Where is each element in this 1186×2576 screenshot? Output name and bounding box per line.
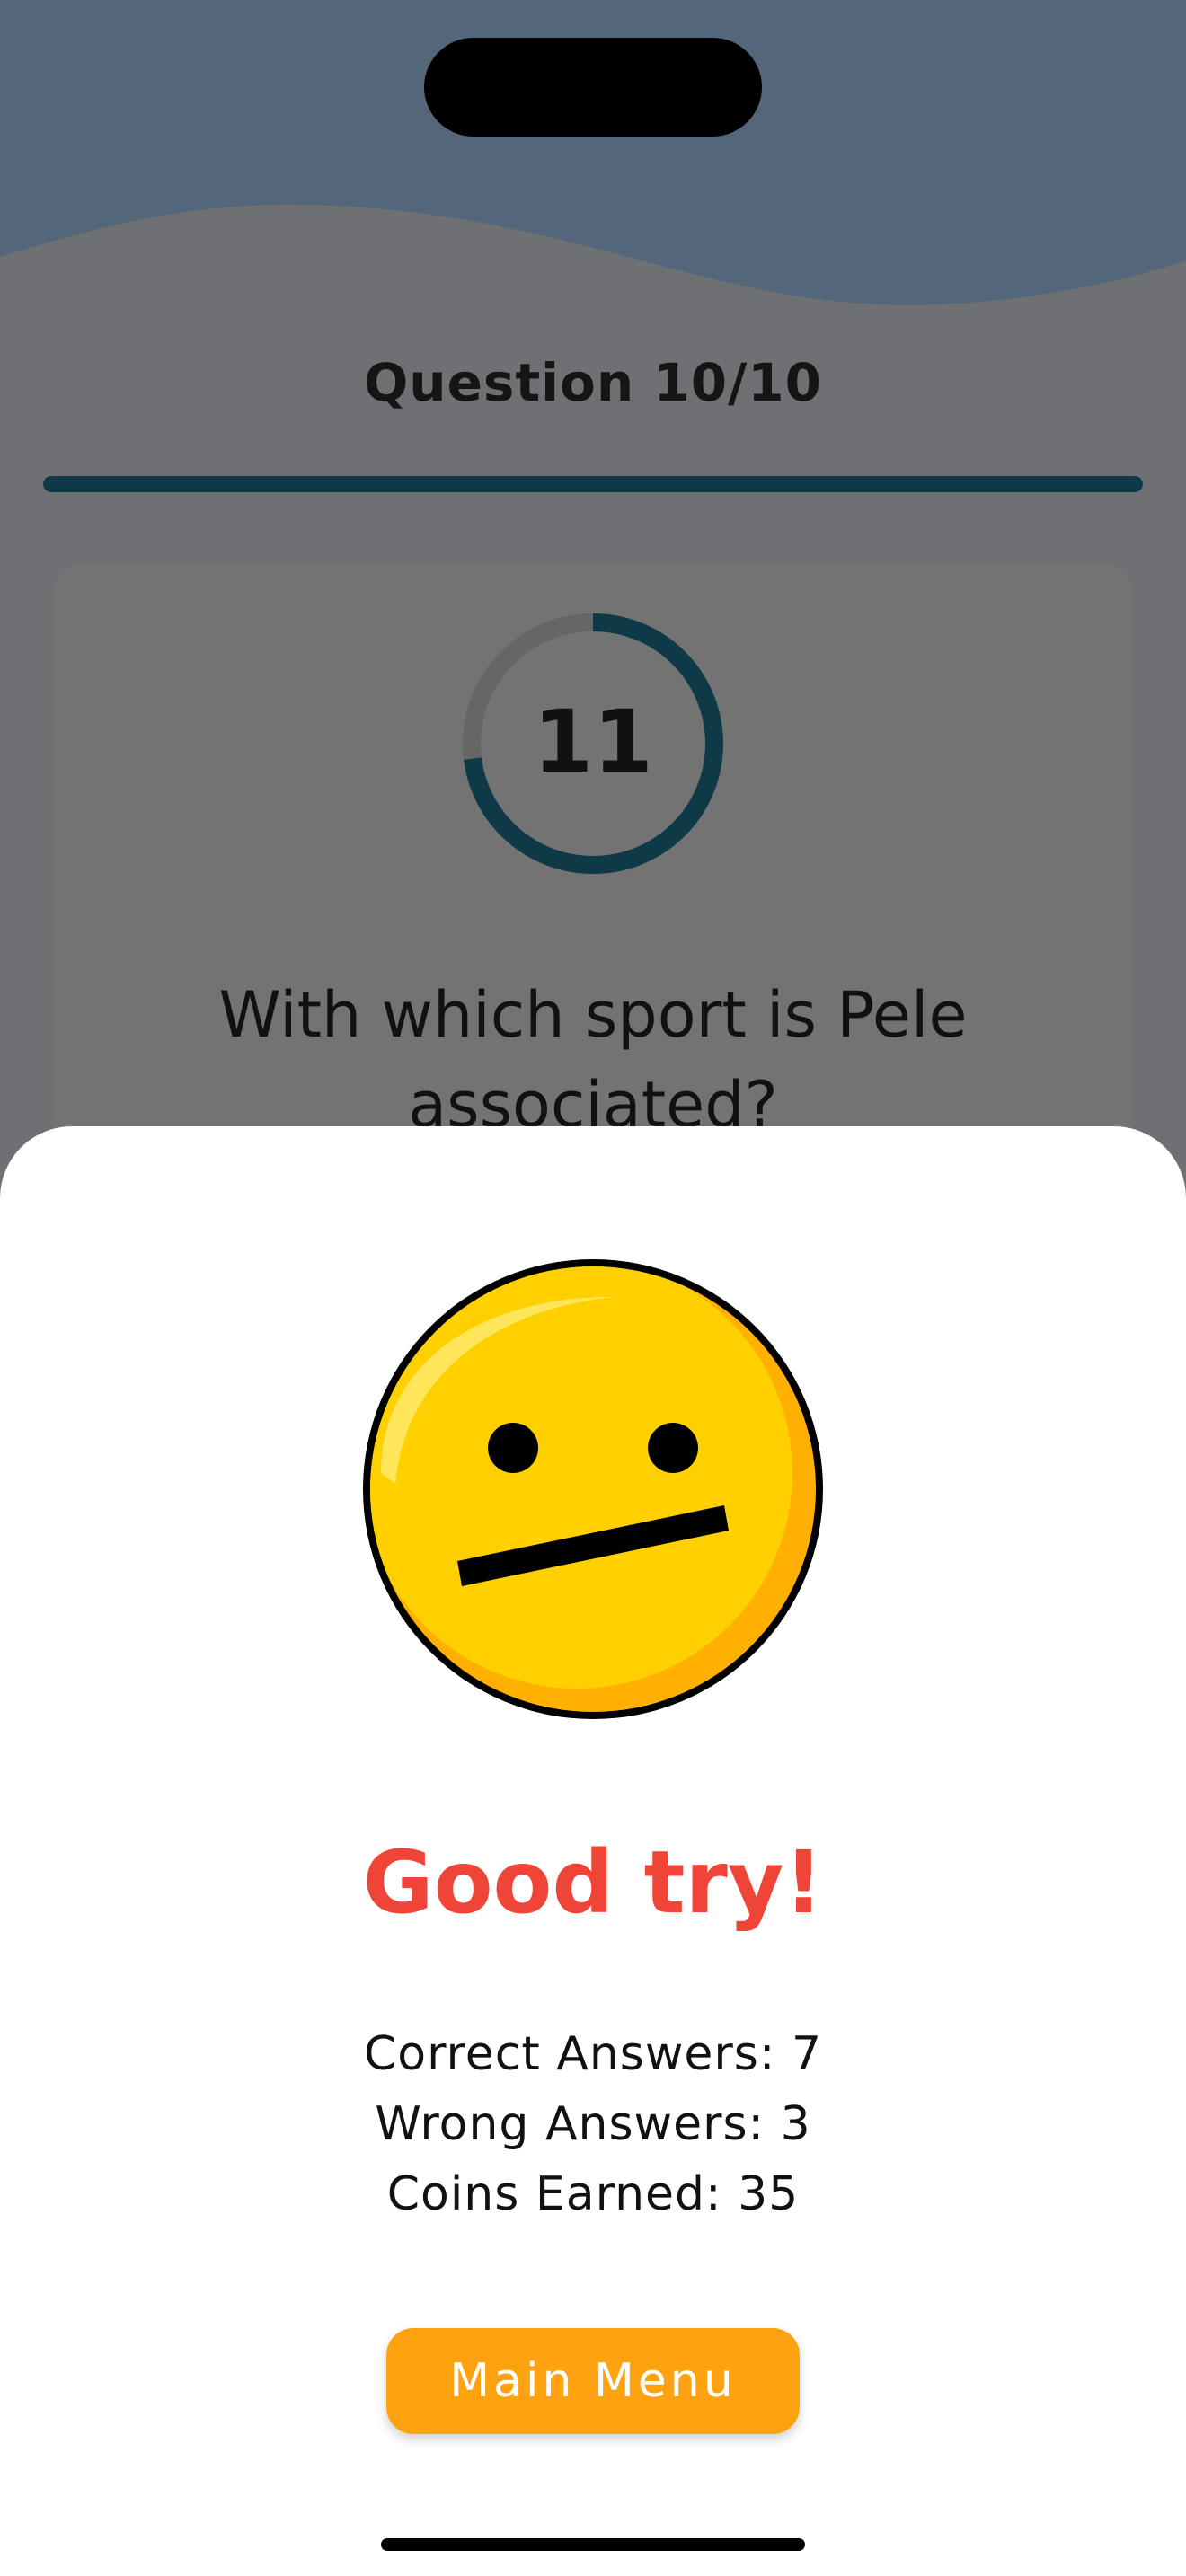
home-indicator bbox=[381, 2538, 805, 2551]
wrong-answers-label: Wrong Answers: 3 bbox=[375, 2097, 811, 2151]
result-title: Good try! bbox=[362, 1832, 824, 1933]
correct-answers-label: Correct Answers: 7 bbox=[363, 2027, 823, 2081]
countdown-timer-value: 11 bbox=[533, 692, 653, 792]
quiz-progress-fill bbox=[43, 476, 1143, 492]
quiz-progress-bar bbox=[43, 476, 1143, 492]
result-stats: Correct Answers: 7 Wrong Answers: 3 Coin… bbox=[0, 2019, 1186, 2229]
coins-earned-label: Coins Earned: 35 bbox=[386, 2167, 800, 2221]
main-menu-button[interactable]: Main Menu bbox=[386, 2328, 800, 2434]
question-counter: Question 10/10 bbox=[363, 352, 822, 413]
neutral-face-icon bbox=[363, 1259, 823, 1719]
question-text: With which sport is Pele associated? bbox=[218, 978, 968, 1142]
dynamic-island bbox=[424, 38, 762, 137]
